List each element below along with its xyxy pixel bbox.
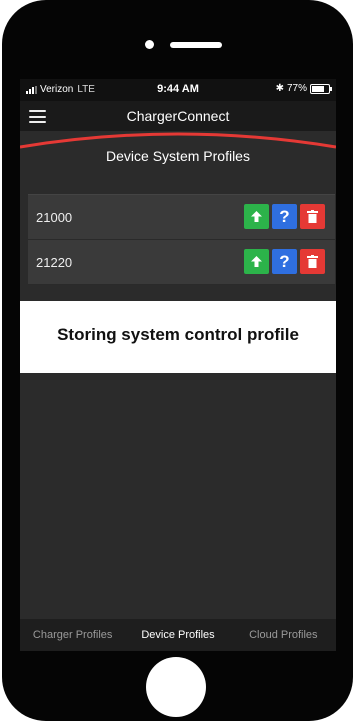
profile-row[interactable]: 21000 ? [28, 194, 335, 240]
tab-device-profiles[interactable]: Device Profiles [125, 619, 230, 651]
load-profile-button[interactable] [244, 204, 269, 229]
upload-arrow-icon [251, 256, 262, 267]
delete-profile-button[interactable] [300, 249, 325, 274]
battery-icon [310, 83, 332, 94]
home-button[interactable] [146, 657, 206, 717]
tab-charger-profiles[interactable]: Charger Profiles [20, 619, 125, 651]
battery-percent: 77% [286, 83, 307, 94]
row-actions: ? [244, 204, 325, 229]
tab-cloud-profiles[interactable]: Cloud Profiles [231, 619, 336, 651]
load-profile-button[interactable] [244, 249, 269, 274]
bluetooth-icon: ✱ [275, 83, 284, 94]
trash-icon [307, 210, 318, 223]
earpiece-speaker [170, 42, 222, 48]
phone-frame: Verizon LTE 9:44 AM ✱ 77% ChargerConnect… [2, 0, 353, 721]
upload-arrow-icon [251, 211, 262, 222]
front-camera [145, 40, 154, 49]
trash-icon [307, 255, 318, 268]
status-bar: Verizon LTE 9:44 AM ✱ 77% [20, 79, 336, 101]
status-right: ✱ 77% [275, 83, 332, 94]
profile-name: 21220 [36, 255, 73, 270]
profile-row[interactable]: 21220 ? [28, 240, 335, 285]
section-title: Device System Profiles [106, 148, 250, 164]
overlay-message: Storing system control profile [57, 325, 299, 344]
profile-name: 21000 [36, 210, 73, 225]
row-actions: ? [244, 249, 325, 274]
battery-level [312, 85, 325, 92]
phone-screen: Verizon LTE 9:44 AM ✱ 77% ChargerConnect… [20, 79, 336, 651]
help-button[interactable]: ? [272, 249, 297, 274]
profile-list: 21000 ? 21220 ? [28, 194, 335, 285]
help-button[interactable]: ? [272, 204, 297, 229]
bottom-tab-bar: Charger Profiles Device Profiles Cloud P… [20, 619, 336, 651]
delete-profile-button[interactable] [300, 204, 325, 229]
